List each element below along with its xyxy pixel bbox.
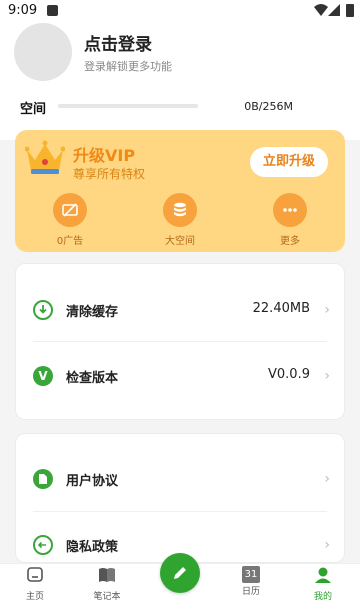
vip-feature-label: 更多	[280, 236, 300, 247]
login-subtitle: 登录解锁更多功能	[84, 60, 172, 73]
storage-icon	[174, 202, 186, 217]
signal-icon	[328, 4, 340, 16]
wifi-icon	[314, 4, 328, 16]
profile-header: 点击登录 登录解锁更多功能 空间 0B/256M	[0, 22, 360, 140]
tab-label: 我的	[313, 592, 332, 600]
calendar-icon: 31	[242, 566, 260, 583]
tab-label: 笔记本	[93, 592, 121, 600]
version-value: V0.0.9	[268, 367, 310, 382]
pen-icon	[174, 567, 186, 579]
vip-card[interactable]: 升级VIP 尊享所有特权 立即升级 0广告 大空间 更多	[15, 130, 345, 252]
status-bar: 9:09	[0, 0, 360, 22]
vip-subtitle: 尊享所有特权	[73, 167, 146, 181]
status-time: 9:09	[8, 3, 38, 18]
login-title[interactable]: 点击登录	[84, 30, 152, 55]
check-version-label: 检查版本	[66, 371, 119, 386]
vip-feature-label: 大空间	[165, 236, 195, 247]
document-icon	[39, 474, 47, 484]
calendar-badge: 31	[244, 569, 258, 580]
storage-value: 0B/256M	[244, 100, 293, 113]
privacy-policy-label: 隐私政策	[66, 540, 119, 555]
download-circle-icon	[39, 305, 47, 314]
chevron-right-icon: ›	[324, 368, 330, 384]
divider	[33, 511, 327, 512]
exit-circle-icon	[37, 541, 46, 549]
new-note-button[interactable]	[160, 553, 200, 593]
tab-label: 日历	[241, 587, 260, 597]
tab-home[interactable]: 主页	[5, 566, 65, 600]
upgrade-now-button[interactable]: 立即升级	[250, 147, 328, 177]
chevron-right-icon: ›	[324, 302, 330, 318]
vip-title: 升级VIP	[73, 146, 136, 165]
tab-notebook[interactable]: 笔记本	[77, 566, 137, 600]
check-version-row[interactable]: V 检查版本 V0.0.9 ›	[16, 356, 346, 396]
notification-a-icon	[47, 5, 58, 16]
v-badge-icon: V	[38, 369, 48, 383]
cache-size-value: 22.40MB	[252, 301, 310, 316]
user-agreement-label: 用户协议	[66, 474, 119, 489]
avatar[interactable]	[14, 23, 72, 81]
tab-calendar[interactable]: 31 日历	[221, 566, 281, 597]
divider	[33, 341, 327, 342]
tab-mine[interactable]: 我的	[293, 566, 353, 600]
crown-icon	[25, 140, 65, 174]
vip-feature-big-storage[interactable]: 大空间	[150, 193, 210, 247]
chevron-right-icon: ›	[324, 471, 330, 487]
settings-card-storage: 清除缓存 22.40MB › V 检查版本 V0.0.9 ›	[15, 263, 345, 420]
vip-feature-more[interactable]: 更多	[260, 193, 320, 247]
storage-label: 空间	[20, 102, 47, 117]
vip-feature-label: 0广告	[56, 236, 84, 247]
no-ads-icon	[62, 203, 78, 217]
chevron-right-icon: ›	[324, 537, 330, 553]
more-icon	[283, 208, 297, 212]
user-icon	[315, 567, 331, 583]
book-icon	[99, 568, 115, 582]
home-icon	[27, 567, 43, 582]
settings-card-legal: 用户协议 › 隐私政策 ›	[15, 433, 345, 563]
clear-cache-label: 清除缓存	[66, 305, 119, 320]
user-agreement-row[interactable]: 用户协议 ›	[16, 459, 346, 499]
storage-progress-bar	[58, 104, 198, 108]
vip-feature-no-ads[interactable]: 0广告	[40, 193, 100, 247]
battery-icon	[346, 4, 354, 17]
tab-label: 主页	[25, 592, 44, 600]
clear-cache-row[interactable]: 清除缓存 22.40MB ›	[16, 290, 346, 330]
